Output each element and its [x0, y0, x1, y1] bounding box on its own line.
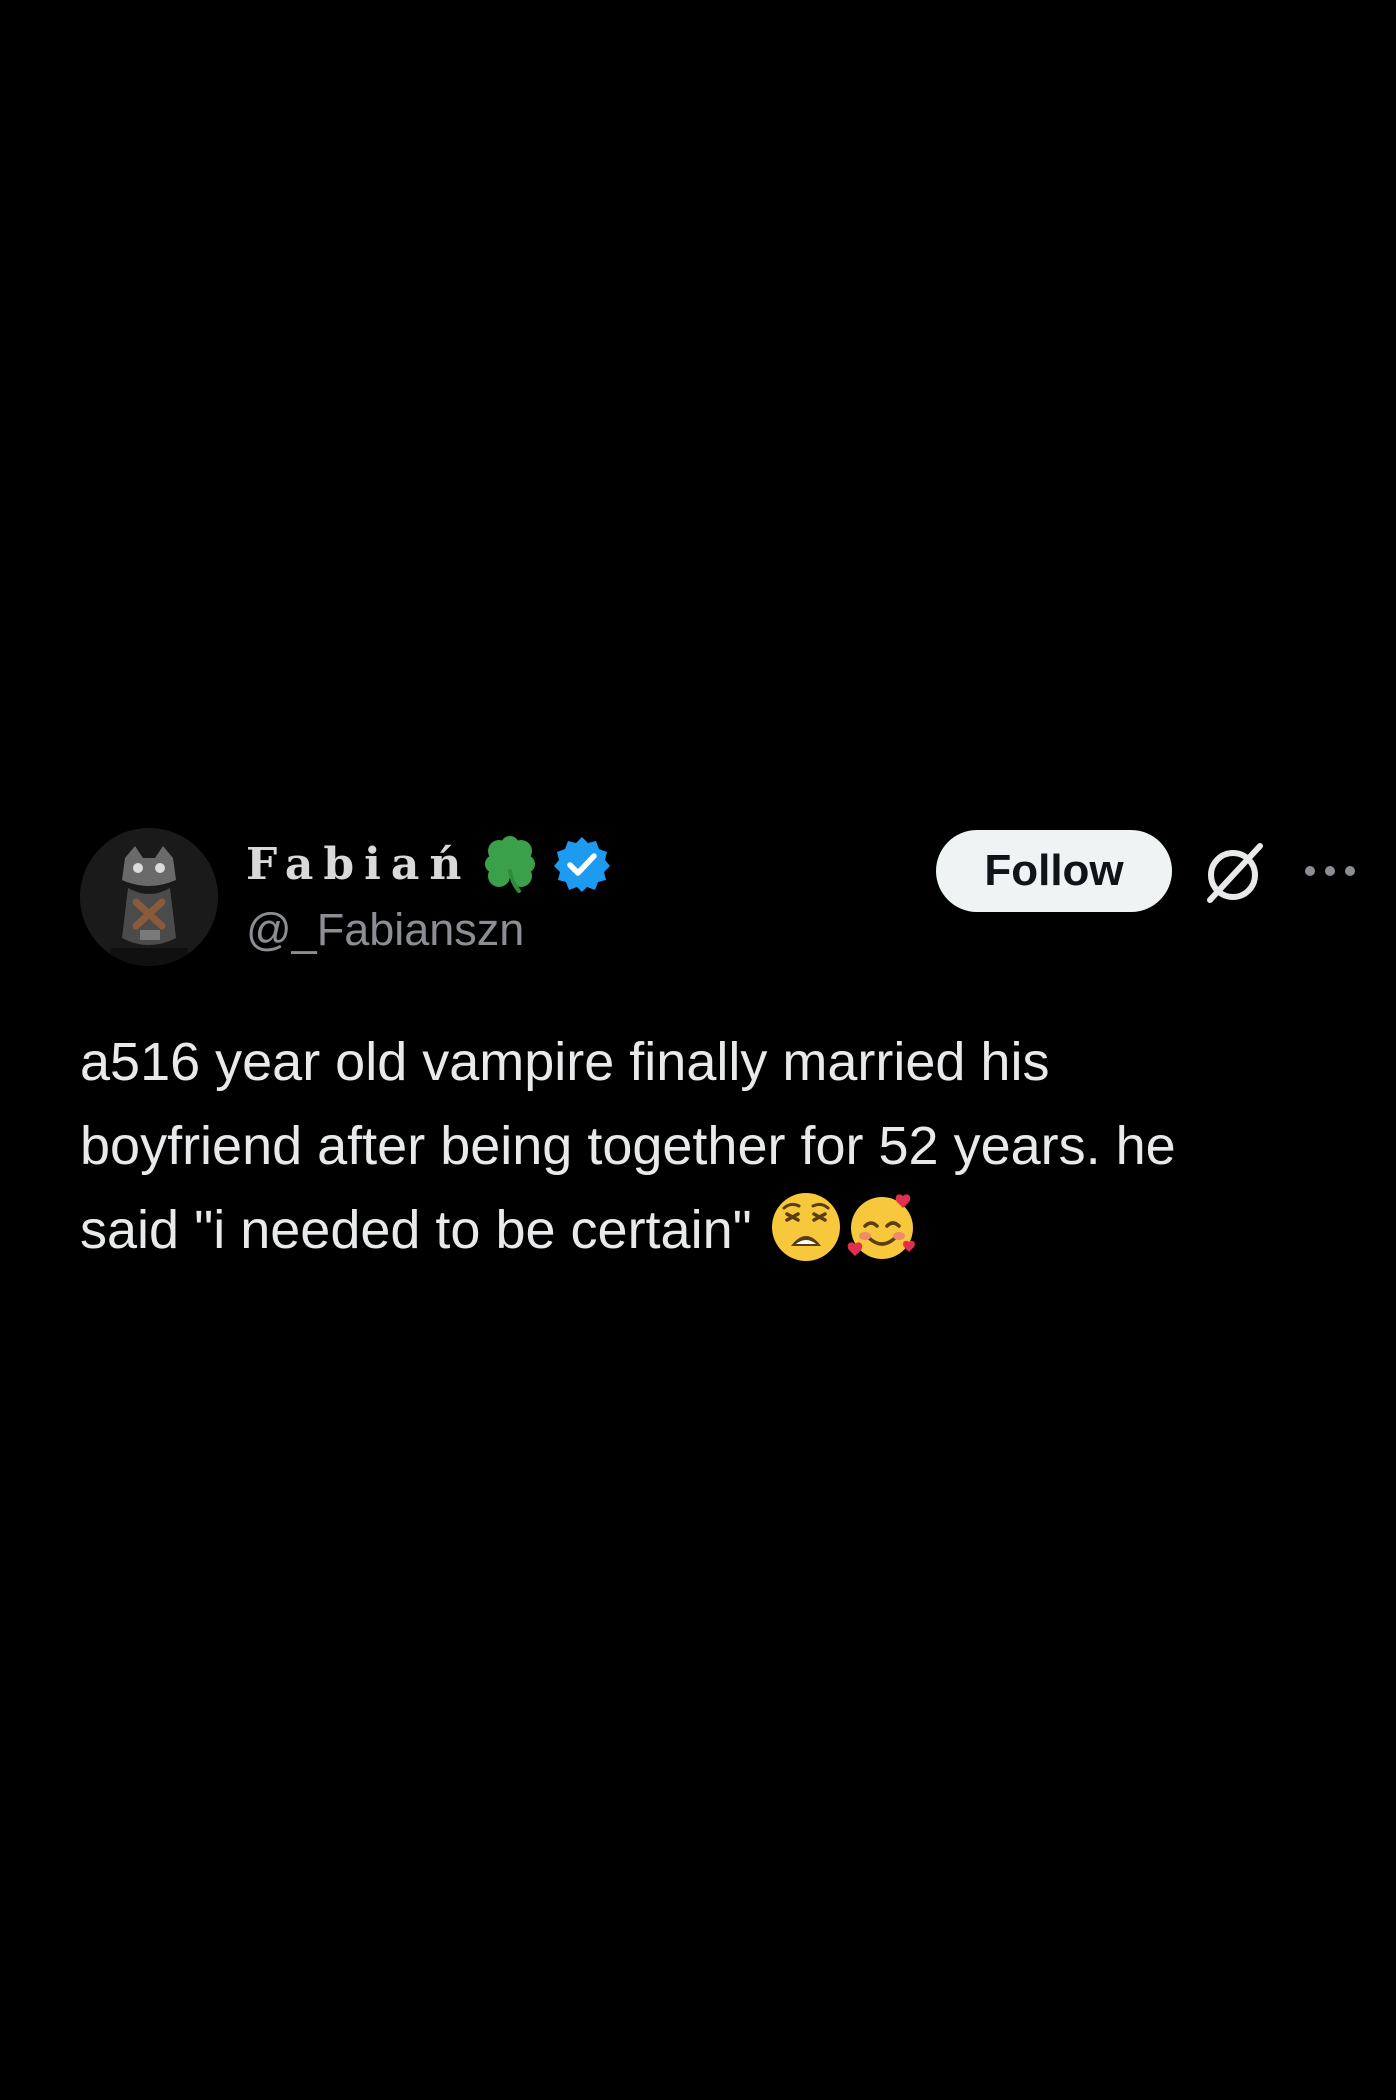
author-avatar[interactable] — [80, 828, 218, 966]
avatar-photo-icon — [80, 828, 218, 966]
more-options-icon[interactable] — [1300, 854, 1360, 888]
tweet-text-line-last: said "i needed to be certain" — [80, 1188, 1340, 1272]
author-name-row: Fabiań — [246, 832, 611, 896]
smiling-face-with-hearts-emoji-icon — [845, 1190, 919, 1264]
grok-icon[interactable] — [1198, 838, 1268, 908]
verified-badge-icon — [553, 835, 611, 893]
tweet-text-line-content: said "i needed to be certain" — [80, 1200, 752, 1260]
tweet-card: Fabiań @_Fabianszn Follow a516 year old … — [0, 0, 1396, 2100]
tweet-text: a516 year old vampire finally married hi… — [80, 1020, 1340, 1272]
four-leaf-clover-icon — [479, 833, 541, 895]
tweet-text-line: a516 year old vampire finally married hi… — [80, 1032, 1050, 1092]
follow-button[interactable]: Follow — [936, 830, 1172, 912]
author-display-name[interactable]: Fabiań — [246, 839, 471, 890]
weary-face-emoji-icon — [769, 1190, 843, 1264]
tweet-text-line: boyfriend after being together for 52 ye… — [80, 1116, 1176, 1176]
author-handle[interactable]: @_Fabianszn — [246, 904, 524, 956]
